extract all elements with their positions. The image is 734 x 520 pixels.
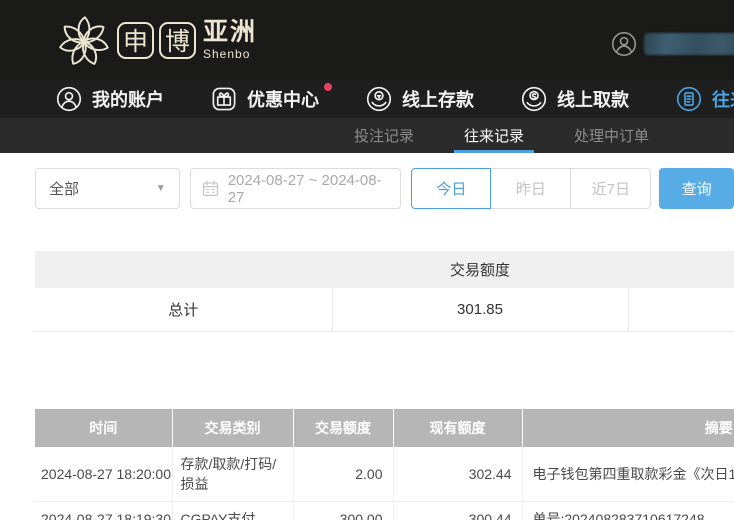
cell-balance: 302.44 [393, 446, 523, 502]
brand-char-1: 申 [122, 28, 148, 56]
subtab-bar: 投注记录 往来记录 处理中订单 [0, 118, 734, 153]
brand-region: 亚洲 [203, 18, 258, 46]
nav-item-deposit[interactable]: 线上存款 [366, 86, 474, 112]
summary-header-row: 交易额度 [35, 251, 734, 288]
query-button[interactable]: 查询 [659, 168, 734, 209]
deposit-icon [366, 86, 392, 112]
today-button[interactable]: 今日 [411, 168, 492, 209]
notification-badge [324, 83, 332, 91]
page: 申 博 亚洲 Shenbo 我的账户 优惠中心 线上存款 线上取款 往 投注记录… [0, 0, 734, 520]
yesterday-button[interactable]: 昨日 [491, 168, 572, 209]
content-area: 全部 ▼ 2024-08-27 ~ 2024-08-27 今日 昨日 近7日 查… [0, 168, 734, 520]
tab-transaction-records[interactable]: 往来记录 [454, 118, 535, 153]
tab-label: 投注记录 [354, 128, 415, 145]
brand-logo: 申 博 亚洲 Shenbo [56, 10, 257, 70]
cell-summary: 单号:202408283710617248 [522, 501, 734, 520]
records-table: 时间 交易类别 交易额度 现有额度 摘要 2024-08-27 18:20:00… [35, 408, 734, 520]
main-nav: 我的账户 优惠中心 线上存款 线上取款 往 [0, 80, 734, 118]
cell-summary: 电子钱包第四重取款彩金《次日16 [522, 446, 734, 502]
nav-label: 我的账户 [92, 90, 164, 110]
yesterday-button-label: 昨日 [515, 181, 546, 198]
column-header-balance: 现有额度 [393, 408, 523, 447]
nav-item-records[interactable]: 往来记录 [676, 86, 734, 112]
brand-char-box-2: 博 [159, 21, 196, 59]
nav-label: 往来记录 [712, 90, 734, 110]
cell-amount: 300.00 [293, 501, 394, 520]
brand-char-2: 博 [164, 28, 190, 56]
category-select[interactable]: 全部 ▼ [35, 168, 180, 209]
nav-item-withdraw[interactable]: 线上取款 [521, 86, 629, 112]
quick-date-group: 今日 昨日 近7日 [411, 168, 652, 209]
nav-label: 优惠中心 [247, 90, 319, 110]
user-avatar-icon[interactable] [611, 31, 637, 57]
user-area[interactable] [611, 31, 734, 57]
summary-header-empty-2 [628, 251, 734, 288]
category-select-value: 全部 [49, 181, 80, 198]
total-label: 总计 [35, 288, 333, 332]
nav-item-my-account[interactable]: 我的账户 [56, 86, 164, 112]
flower-logo-icon [59, 16, 109, 65]
records-header-row: 时间 交易类别 交易额度 现有额度 摘要 [35, 408, 734, 447]
nav-label: 线上存款 [402, 90, 474, 110]
summary-total-row: 总计 301.85 [35, 288, 734, 332]
records-icon [676, 86, 702, 112]
cell-type: CGPAY支付 [172, 501, 294, 520]
last7days-button[interactable]: 近7日 [571, 168, 652, 209]
summary-table: 交易额度 总计 301.85 [35, 251, 734, 332]
tab-label: 往来记录 [464, 128, 525, 145]
last7days-button-label: 近7日 [591, 181, 630, 198]
cell-type: 存款/取款/打码/损益 [172, 446, 294, 502]
nav-label: 线上取款 [557, 90, 629, 110]
nav-item-promotions[interactable]: 优惠中心 [211, 83, 332, 112]
tab-betting-records[interactable]: 投注记录 [348, 118, 420, 153]
calendar-icon [202, 180, 218, 196]
cell-time: 2024-08-27 18:20:00 [35, 446, 173, 502]
today-button-label: 今日 [436, 181, 467, 198]
tab-pending-orders[interactable]: 处理中订单 [568, 118, 655, 153]
column-header-summary: 摘要 [522, 408, 734, 447]
tab-label: 处理中订单 [574, 128, 650, 145]
cell-balance: 300.44 [393, 501, 523, 520]
summary-header-empty [35, 251, 332, 288]
chevron-down-icon: ▼ [155, 183, 166, 194]
filter-bar: 全部 ▼ 2024-08-27 ~ 2024-08-27 今日 昨日 近7日 查… [35, 168, 734, 209]
total-value: 301.85 [332, 288, 629, 332]
redacted-username [644, 33, 734, 55]
cell-amount: 2.00 [293, 446, 394, 502]
brand-char-box-1: 申 [117, 21, 154, 59]
column-header-type: 交易类别 [172, 408, 294, 447]
cell-time: 2024-08-27 18:19:30 [35, 501, 173, 520]
column-header-amount: 交易额度 [293, 408, 394, 447]
date-range-value: 2024-08-27 ~ 2024-08-27 [227, 171, 382, 206]
summary-header-amount: 交易额度 [332, 251, 628, 288]
total-empty-cell [628, 288, 734, 332]
table-row: 2024-08-27 18:20:00 存款/取款/打码/损益 2.00 302… [35, 446, 734, 502]
brand-subtitle: Shenbo [203, 47, 251, 61]
gift-icon [212, 87, 236, 111]
query-button-label: 查询 [681, 181, 712, 198]
user-icon [56, 86, 82, 112]
column-header-time: 时间 [35, 408, 173, 447]
brand-region-block: 亚洲 Shenbo [203, 18, 258, 61]
withdraw-icon [521, 86, 547, 112]
top-header: 申 博 亚洲 Shenbo [0, 0, 734, 80]
table-row: 2024-08-27 18:19:30 CGPAY支付 300.00 300.4… [35, 501, 734, 520]
date-range-input[interactable]: 2024-08-27 ~ 2024-08-27 [189, 168, 402, 209]
